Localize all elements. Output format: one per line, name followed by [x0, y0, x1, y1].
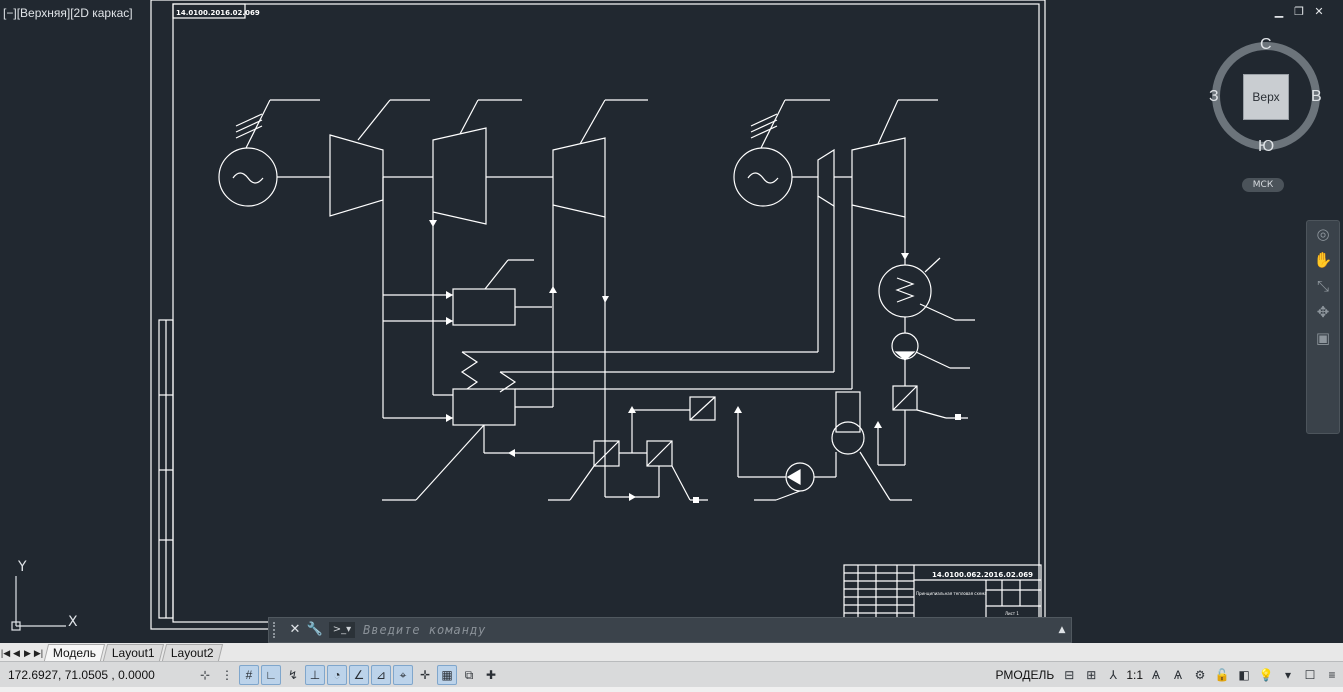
ortho-icon[interactable]: ⊥ [305, 665, 325, 685]
viewcube-west[interactable]: З [1209, 88, 1219, 106]
close-icon[interactable]: ✕ [285, 620, 305, 640]
fullscreen-icon[interactable]: ☐ [1300, 665, 1320, 685]
annotation-visibility-icon[interactable]: Ѧ [1146, 665, 1166, 685]
viewport-controls: [−][Верхняя][2D каркас] [3, 6, 133, 20]
drawing-canvas[interactable]: 14.0100.2016.02.069 14.0100.062.2016.02.… [0, 0, 1343, 643]
lineweight-icon[interactable]: ✛ [415, 665, 435, 685]
first-tab-icon[interactable]: |◀ [0, 645, 11, 661]
view-name-menu[interactable]: [Верхняя] [17, 6, 71, 20]
viewcube-north[interactable]: С [1260, 36, 1272, 54]
steering-wheel-icon[interactable]: ◎ [1307, 221, 1339, 247]
ucs-y-label: Y [17, 559, 27, 575]
viewcube[interactable]: Верх С Ю З В МСК [1206, 36, 1326, 196]
zoom-extents-icon[interactable]: ⤡ [1307, 273, 1339, 299]
command-line: ✕ 🔧 >_▾ ▲ [268, 617, 1072, 643]
navigation-bar: ◎ ✋ ⤡ ✥ ▣ [1306, 220, 1340, 434]
lock-icon[interactable]: 🔓 [1212, 665, 1232, 685]
hrsg-box [452, 388, 516, 426]
bottom-strip [0, 687, 1343, 692]
coordinates-readout[interactable]: 172.6927, 71.0505 , 0.0000 [8, 668, 194, 682]
sheet-inner-frame [172, 3, 1040, 623]
layout-tabs-bar: |◀ ◀ ▶ ▶| Модель Layout1 Layout2 [0, 643, 1343, 661]
title-block-code: 14.0100.062.2016.02.069 [932, 571, 1033, 579]
tab-model[interactable]: Модель [43, 644, 106, 661]
snap-icon[interactable]: ∟ [261, 665, 281, 685]
command-input[interactable] [361, 620, 1053, 640]
turbine-ip [432, 127, 487, 225]
visual-style-menu[interactable]: [2D каркас] [70, 6, 132, 20]
drawing-window-controls: ▁ ❐ ✕ [1273, 6, 1325, 18]
generator-2 [733, 147, 793, 207]
last-tab-icon[interactable]: ▶| [33, 645, 44, 661]
close-icon[interactable]: ✕ [1313, 6, 1325, 18]
grid-dots-icon[interactable]: ⋮ [217, 665, 237, 685]
workspace-gear-icon[interactable]: ⚙ [1190, 665, 1210, 685]
grid-icon[interactable]: # [239, 665, 259, 685]
minimize-icon[interactable]: ▁ [1273, 6, 1285, 18]
heater-box [452, 288, 516, 326]
customization-icon[interactable]: ▾ [1278, 665, 1298, 685]
dynamic-input-icon[interactable]: ↯ [283, 665, 303, 685]
tab-layout1[interactable]: Layout1 [102, 644, 164, 661]
turbine-lp [552, 137, 606, 218]
title-block-sub: Лист 1 [1005, 611, 1019, 616]
showmotion-icon[interactable]: ▣ [1307, 325, 1339, 351]
deaerator [831, 421, 865, 455]
next-tab-icon[interactable]: ▶ [22, 645, 33, 661]
title-block-name: Принципиальная тепловая схема [916, 591, 987, 596]
sheet-outer-frame [150, 0, 1046, 630]
chevron-up-icon[interactable]: ▲ [1053, 625, 1071, 635]
ucs-menu[interactable]: МСК [1242, 178, 1284, 192]
auto-scale-icon[interactable]: Ѧ [1168, 665, 1188, 685]
space-toggle[interactable]: РМОДЕЛЬ [995, 668, 1054, 682]
polar-tracking-icon[interactable]: ◔ [327, 665, 347, 685]
ucs-x-label: X [68, 614, 78, 630]
command-prompt-icon[interactable]: >_▾ [329, 622, 355, 638]
condenser [878, 264, 932, 318]
selection-cycling-icon[interactable]: ⧉ [459, 665, 479, 685]
viewcube-south[interactable]: Ю [1258, 138, 1274, 156]
pan-icon[interactable]: ✋ [1307, 247, 1339, 273]
annotation-scale-icon[interactable]: ⅄ [1103, 665, 1123, 685]
top-stamp: 14.0100.2016.02.069 [176, 9, 260, 17]
annotation-scale-value[interactable]: 1:1 [1126, 668, 1143, 682]
layout-icon[interactable]: ⊟ [1059, 665, 1079, 685]
annotation-monitor-icon[interactable]: ✚ [481, 665, 501, 685]
isodraft-icon[interactable]: ∠ [349, 665, 369, 685]
menu-icon[interactable]: ≡ [1322, 665, 1342, 685]
turbine-hp [329, 134, 384, 217]
status-bar: 172.6927, 71.0505 , 0.0000 ⊹ ⋮ # ∟ ↯ ⊥ ◔… [0, 661, 1343, 688]
ucs-icon: Y X [11, 559, 78, 631]
quick-view-icon[interactable]: ⊞ [1081, 665, 1101, 685]
object-snap-icon[interactable]: ⌖ [393, 665, 413, 685]
prev-tab-icon[interactable]: ◀ [11, 645, 22, 661]
viewport-minimize-button[interactable]: [−] [3, 6, 17, 20]
orbit-icon[interactable]: ✥ [1307, 299, 1339, 325]
generator-1 [218, 147, 278, 207]
object-snap-tracking-icon[interactable]: ⊿ [371, 665, 391, 685]
isolate-objects-icon[interactable]: 💡 [1256, 665, 1276, 685]
turbine-2 [851, 137, 906, 218]
hardware-acceleration-icon[interactable]: ◧ [1234, 665, 1254, 685]
restore-icon[interactable]: ❐ [1293, 6, 1305, 18]
transparency-icon[interactable]: ▦ [437, 665, 457, 685]
viewcube-east[interactable]: В [1311, 88, 1322, 106]
tab-layout2[interactable]: Layout2 [161, 644, 223, 661]
model-space-icon[interactable]: ⊹ [195, 665, 215, 685]
command-line-grip[interactable] [273, 622, 281, 638]
viewcube-face-top[interactable]: Верх [1243, 74, 1289, 120]
customize-wrench-icon[interactable]: 🔧 [305, 620, 325, 640]
